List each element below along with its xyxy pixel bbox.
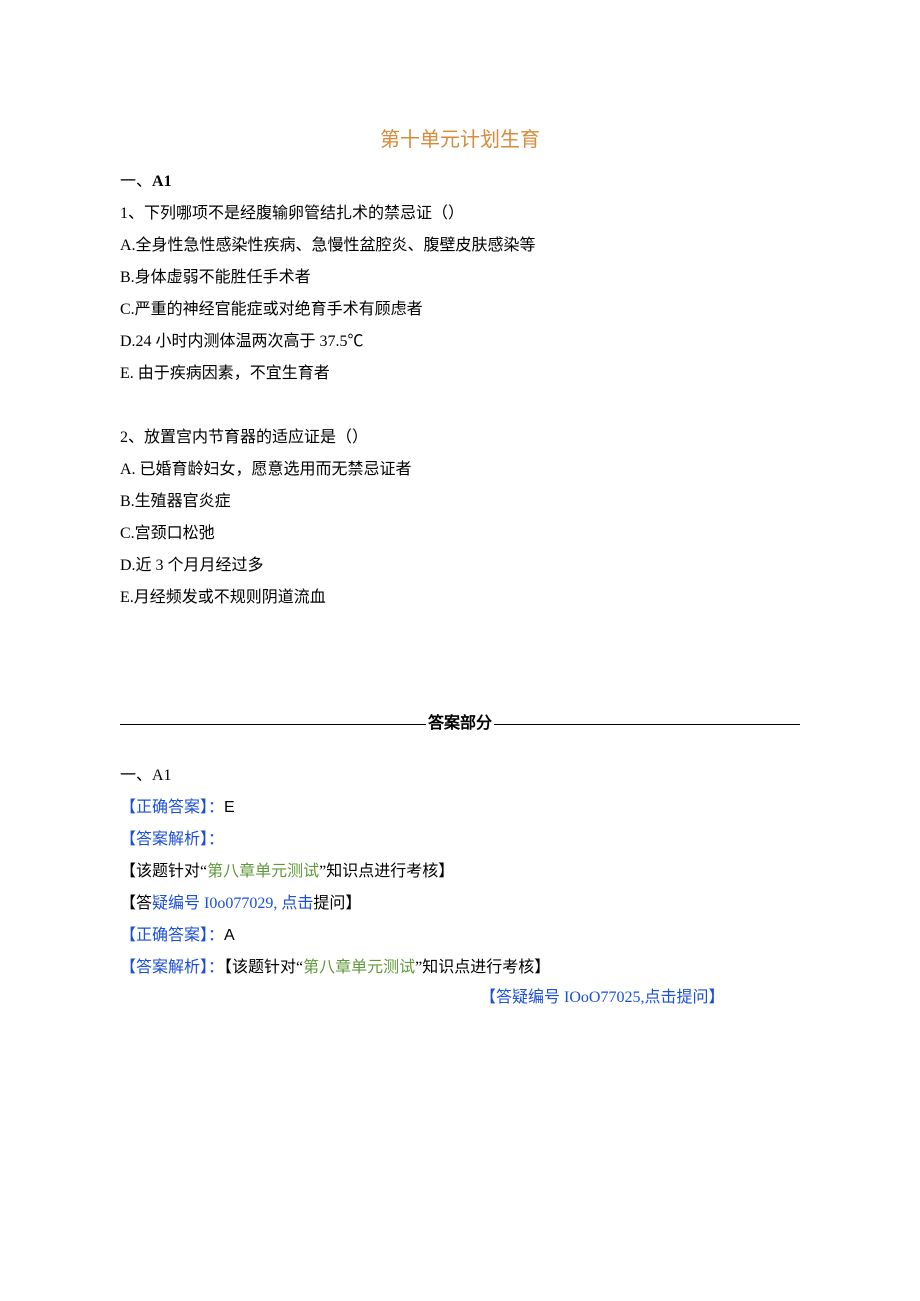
q1-option-e: E. 由于疾病因素，不宜生育者 — [120, 358, 800, 390]
section-heading-a1: 一、A1 — [120, 166, 800, 198]
answer-1: 【正确答案】：E 【答案解析】： 【该题针对“第八章单元测试”知识点进行考核】 … — [120, 792, 800, 920]
ans1-qnum: 【答疑编号 I0o077029, 点击提问】 — [120, 888, 800, 920]
answers-divider: 答案部分 — [120, 708, 800, 740]
spacer — [120, 614, 800, 704]
q1-option-c: C.严重的神经官能症或对绝育手术有顾虑者 — [120, 294, 800, 326]
page-title: 第十单元计划生育 — [120, 120, 800, 160]
q1-option-b: B.身体虚弱不能胜任手术者 — [120, 262, 800, 294]
ans1-correct-label: 【正确答案】： — [120, 799, 224, 816]
ans1-note: 【该题针对“第八章单元测试”知识点进行考核】 — [120, 856, 800, 888]
ans2-analysis-close: ”知识点进行考核】 — [415, 959, 550, 976]
q1-option-d: D.24 小时内测体温两次高于 37.5℃ — [120, 326, 800, 358]
ans2-correct: 【正确答案】：A — [120, 920, 800, 952]
question-2: 2、放置宫内节育器的适应证是（） A. 已婚育龄妇女，愿意选用而无禁忌证者 B.… — [120, 422, 800, 614]
heading-latin: A1 — [152, 173, 172, 190]
ans1-note-close: ”知识点进行考核】 — [319, 863, 454, 880]
ans2-correct-value: A — [224, 927, 235, 944]
answers-label: 答案部分 — [426, 708, 494, 740]
ans1-qnum-mid: 疑编号 I0o077029, — [152, 895, 281, 912]
q2-stem: 2、放置宫内节育器的适应证是（） — [120, 422, 800, 454]
q2-option-b: B.生殖器官炎症 — [120, 486, 800, 518]
ans1-qnum-open: 【答 — [120, 895, 152, 912]
ans2-qnum-open: 【答疑编号 IOoO77025, — [480, 989, 644, 1006]
ans1-correct: 【正确答案】：E — [120, 792, 800, 824]
question-1: 1、下列哪项不是经腹输卵管结扎术的禁忌证（） A.全身性急性感染性疾病、急慢性盆… — [120, 198, 800, 390]
ans1-analysis-label: 【答案解析】： — [120, 831, 224, 848]
ans2-qnum-block: 【答疑编号 IOoO77025,点击提问】 — [480, 984, 780, 1013]
q2-option-a: A. 已婚育龄妇女，愿意选用而无禁忌证者 — [120, 454, 800, 486]
ans1-qnum-link[interactable]: 点击 — [281, 895, 313, 912]
answer-2: 【正确答案】：A 【答案解析】：【该题针对“第八章单元测试”知识点进行考核】 【… — [120, 920, 800, 1013]
ans2-analysis-row: 【答案解析】：【该题针对“第八章单元测试”知识点进行考核】 — [120, 952, 800, 984]
q2-option-d: D.近 3 个月月经过多 — [120, 550, 800, 582]
divider-rule-left — [120, 724, 426, 725]
ans2-correct-label: 【正确答案】： — [120, 927, 224, 944]
heading-prefix: 一、 — [120, 173, 152, 190]
q2-option-c: C.宫颈口松弛 — [120, 518, 800, 550]
q1-stem: 1、下列哪项不是经腹输卵管结扎术的禁忌证（） — [120, 198, 800, 230]
divider-rule-right — [494, 724, 800, 725]
ans2-analysis-label: 【答案解析】： — [120, 959, 224, 976]
answers-section-heading: 一、A1 — [120, 760, 800, 792]
ans1-analysis-label-row: 【答案解析】： — [120, 824, 800, 856]
ans2-qnum-close: 】 — [708, 989, 724, 1006]
ans2-qnum-link[interactable]: 点击提问 — [644, 989, 708, 1006]
ans1-note-topic: 第八章单元测试 — [207, 863, 319, 880]
document-page: 第十单元计划生育 一、A1 1、下列哪项不是经腹输卵管结扎术的禁忌证（） A.全… — [0, 0, 920, 1013]
q2-option-e: E.月经频发或不规则阴道流血 — [120, 582, 800, 614]
ans1-qnum-close: 提问】 — [313, 895, 361, 912]
q1-option-a: A.全身性急性感染性疾病、急慢性盆腔炎、腹壁皮肤感染等 — [120, 230, 800, 262]
ans1-note-open: 【该题针对“ — [120, 863, 207, 880]
spacer — [120, 390, 800, 422]
ans2-analysis-topic: 第八章单元测试 — [303, 959, 415, 976]
ans1-correct-value: E — [224, 799, 235, 816]
ans2-analysis-open: 【该题针对“ — [224, 959, 303, 976]
